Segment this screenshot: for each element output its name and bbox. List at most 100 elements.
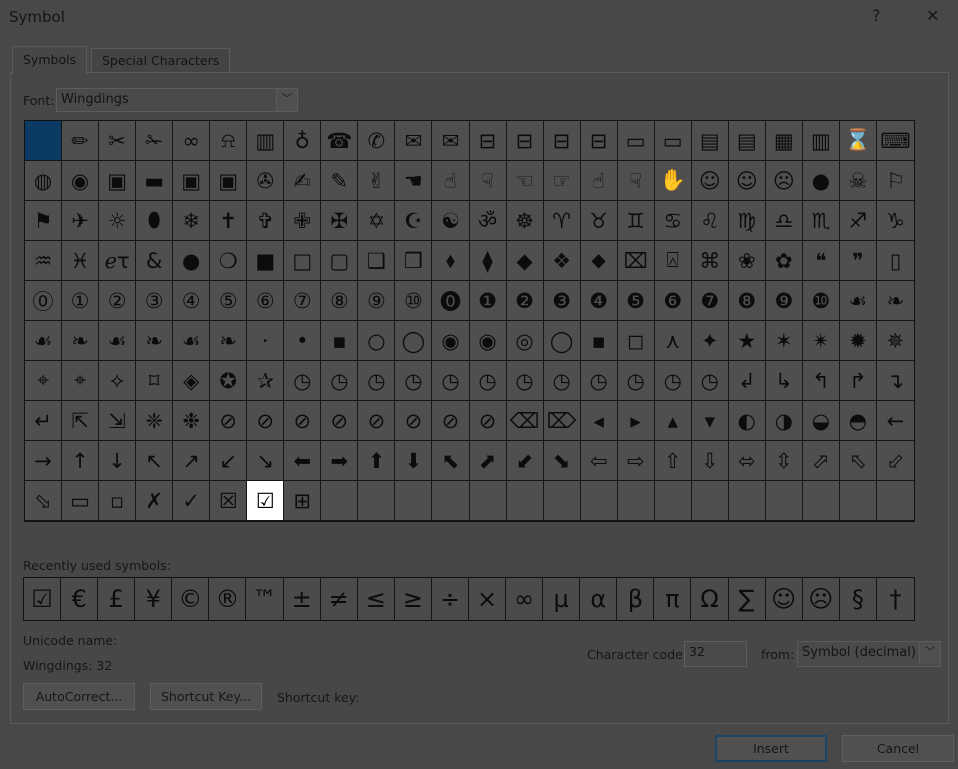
symbol-cell[interactable]: ❸ [543, 281, 581, 321]
symbol-cell[interactable]: ③ [136, 281, 174, 321]
symbol-cell[interactable]: ▸ [617, 401, 655, 441]
recent-symbol-cell[interactable]: † [877, 578, 914, 620]
symbol-cell[interactable]: ◒ [802, 401, 840, 441]
symbol-cell[interactable]: ✶ [765, 321, 803, 361]
symbol-cell[interactable]: ⇩ [691, 441, 729, 481]
symbol-cell[interactable]: ✠ [321, 201, 359, 241]
symbol-cell[interactable]: ▥ [247, 121, 285, 161]
symbol-cell[interactable]: ⊟ [506, 121, 544, 161]
symbol-cell[interactable]: ▣ [173, 161, 211, 201]
symbol-cell[interactable]: ☙ [173, 321, 211, 361]
symbol-cell[interactable]: ✋ [654, 161, 692, 201]
recent-symbol-cell[interactable]: ☺ [766, 578, 803, 620]
symbol-cell[interactable]: ❉ [173, 401, 211, 441]
symbol-cell[interactable]: □ [284, 241, 322, 281]
symbol-cell[interactable]: ● [173, 241, 211, 281]
symbol-cell[interactable]: ✝ [210, 201, 248, 241]
symbol-cell[interactable]: ◷ [543, 361, 581, 401]
symbol-cell[interactable]: ❑ [358, 241, 396, 281]
symbol-cell[interactable]: ◈ [173, 361, 211, 401]
symbol-cell[interactable]: ☟ [617, 161, 655, 201]
symbol-cell[interactable]: ◐ [728, 401, 766, 441]
symbol-cell[interactable]: ☹ [765, 161, 803, 201]
recent-symbol-cell[interactable]: € [61, 578, 99, 620]
symbol-cell[interactable]: ✈ [62, 201, 100, 241]
symbol-cell[interactable]: ▫ [99, 481, 137, 521]
recent-symbols[interactable]: ☑ € £ ¥ © ® ™ ± ≠ ≤ ≥ ÷ × ∞ µ α β π Ω ∑ ☺ ☹ § † [23, 577, 915, 621]
tab-special-characters[interactable]: Special Characters [91, 48, 231, 73]
symbol-cell[interactable]: ◓ [839, 401, 877, 441]
symbol-cell[interactable]: ♎ [765, 201, 803, 241]
recent-symbol-cell[interactable]: α [580, 578, 618, 620]
symbol-cell[interactable]: ❄ [173, 201, 211, 241]
symbol-cell[interactable]: ⍾ [210, 121, 248, 161]
symbol-cell[interactable]: ⊘ [284, 401, 322, 441]
symbol-cell[interactable]: ⌘ [691, 241, 729, 281]
symbol-cell[interactable]: ⊘ [395, 401, 433, 441]
symbol-cell[interactable]: ① [62, 281, 100, 321]
symbol-cell[interactable]: ◯ [395, 321, 433, 361]
symbol-cell[interactable]: ❿ [802, 281, 840, 321]
from-select[interactable]: Symbol (decimal) ﹀ [797, 641, 941, 667]
symbol-cell[interactable]: ⇲ [99, 401, 137, 441]
symbol-cell[interactable]: ✉ [432, 121, 470, 161]
symbol-cell[interactable]: ✆ [358, 121, 396, 161]
symbol-cell[interactable]: ◷ [284, 361, 322, 401]
symbol-cell[interactable]: ♑ [876, 201, 914, 241]
symbol-cell[interactable]: ④ [173, 281, 211, 321]
symbol-cell[interactable]: ▴ [654, 401, 692, 441]
symbol-cell[interactable]: ⌖ [25, 361, 63, 401]
symbol-cell[interactable]: ⬈ [469, 441, 507, 481]
symbol-cell[interactable]: ⬀ [802, 441, 840, 481]
symbol-cell[interactable]: ✙ [284, 201, 322, 241]
symbol-cell[interactable]: ◷ [432, 361, 470, 401]
symbol-cell[interactable]: ▦ [765, 121, 803, 161]
symbol-cell[interactable]: ★ [728, 321, 766, 361]
recent-symbol-cell[interactable]: © [172, 578, 210, 620]
symbol-cell[interactable]: ⟡ [99, 361, 137, 401]
symbol-cell[interactable]: ⊟ [469, 121, 507, 161]
symbol-cell[interactable]: ⊟ [580, 121, 618, 161]
symbol-cell[interactable]: → [25, 441, 63, 481]
symbol-cell[interactable]: & [136, 241, 174, 281]
symbol-cell[interactable]: ✪ [210, 361, 248, 401]
help-button[interactable]: ? [872, 6, 881, 25]
recent-symbol-cell[interactable]: ≠ [321, 578, 358, 620]
recent-symbol-cell[interactable]: β [617, 578, 655, 620]
symbol-cell[interactable]: ⬆ [358, 441, 396, 481]
symbol-cell[interactable]: ⑤ [210, 281, 248, 321]
symbol-cell[interactable]: ▪ [321, 321, 359, 361]
symbol-cell[interactable]: ❺ [617, 281, 655, 321]
symbol-cell[interactable]: ◷ [358, 361, 396, 401]
symbol-cell[interactable]: ◷ [617, 361, 655, 401]
symbol-cell[interactable]: ☜ [506, 161, 544, 201]
symbol-cell[interactable]: ▾ [691, 401, 729, 441]
symbol-cell[interactable]: ↳ [765, 361, 803, 401]
recent-symbol-cell[interactable]: Ω [691, 578, 729, 620]
symbol-cell[interactable]: ♌ [691, 201, 729, 241]
symbol-cell[interactable]: ⌧ [617, 241, 655, 281]
symbol-cell[interactable]: ✴ [802, 321, 840, 361]
symbol-cell[interactable]: ☝ [580, 161, 618, 201]
symbol-cell[interactable]: ☙ [839, 281, 877, 321]
symbol-cell[interactable]: ✞ [247, 201, 285, 241]
symbol-cell[interactable]: ☚ [395, 161, 433, 201]
cancel-button[interactable]: Cancel [842, 735, 954, 762]
symbol-cell[interactable]: ✇ [247, 161, 285, 201]
symbol-cell[interactable]: ⋏ [654, 321, 692, 361]
chevron-down-icon[interactable]: ﹀ [919, 642, 940, 664]
symbol-cell[interactable]: ▤ [691, 121, 729, 161]
symbol-cell[interactable]: ♏ [802, 201, 840, 241]
symbol-cell[interactable]: ▥ [802, 121, 840, 161]
symbol-cell[interactable]: ❝ [802, 241, 840, 281]
symbol-cell[interactable]: ⊘ [469, 401, 507, 441]
symbol-cell[interactable]: ☙ [99, 321, 137, 361]
symbol-cell[interactable]: ✦ [691, 321, 729, 361]
symbol-cell[interactable]: ▣ [210, 161, 248, 201]
symbol-cell[interactable]: ⬄ [728, 441, 766, 481]
character-code-input[interactable]: 32 [684, 641, 747, 667]
symbol-cell[interactable]: ☺ [728, 161, 766, 201]
recent-symbol-cell[interactable]: £ [98, 578, 136, 620]
symbol-cell[interactable]: ॐ [469, 201, 507, 241]
symbol-cell[interactable]: ❧ [210, 321, 248, 361]
